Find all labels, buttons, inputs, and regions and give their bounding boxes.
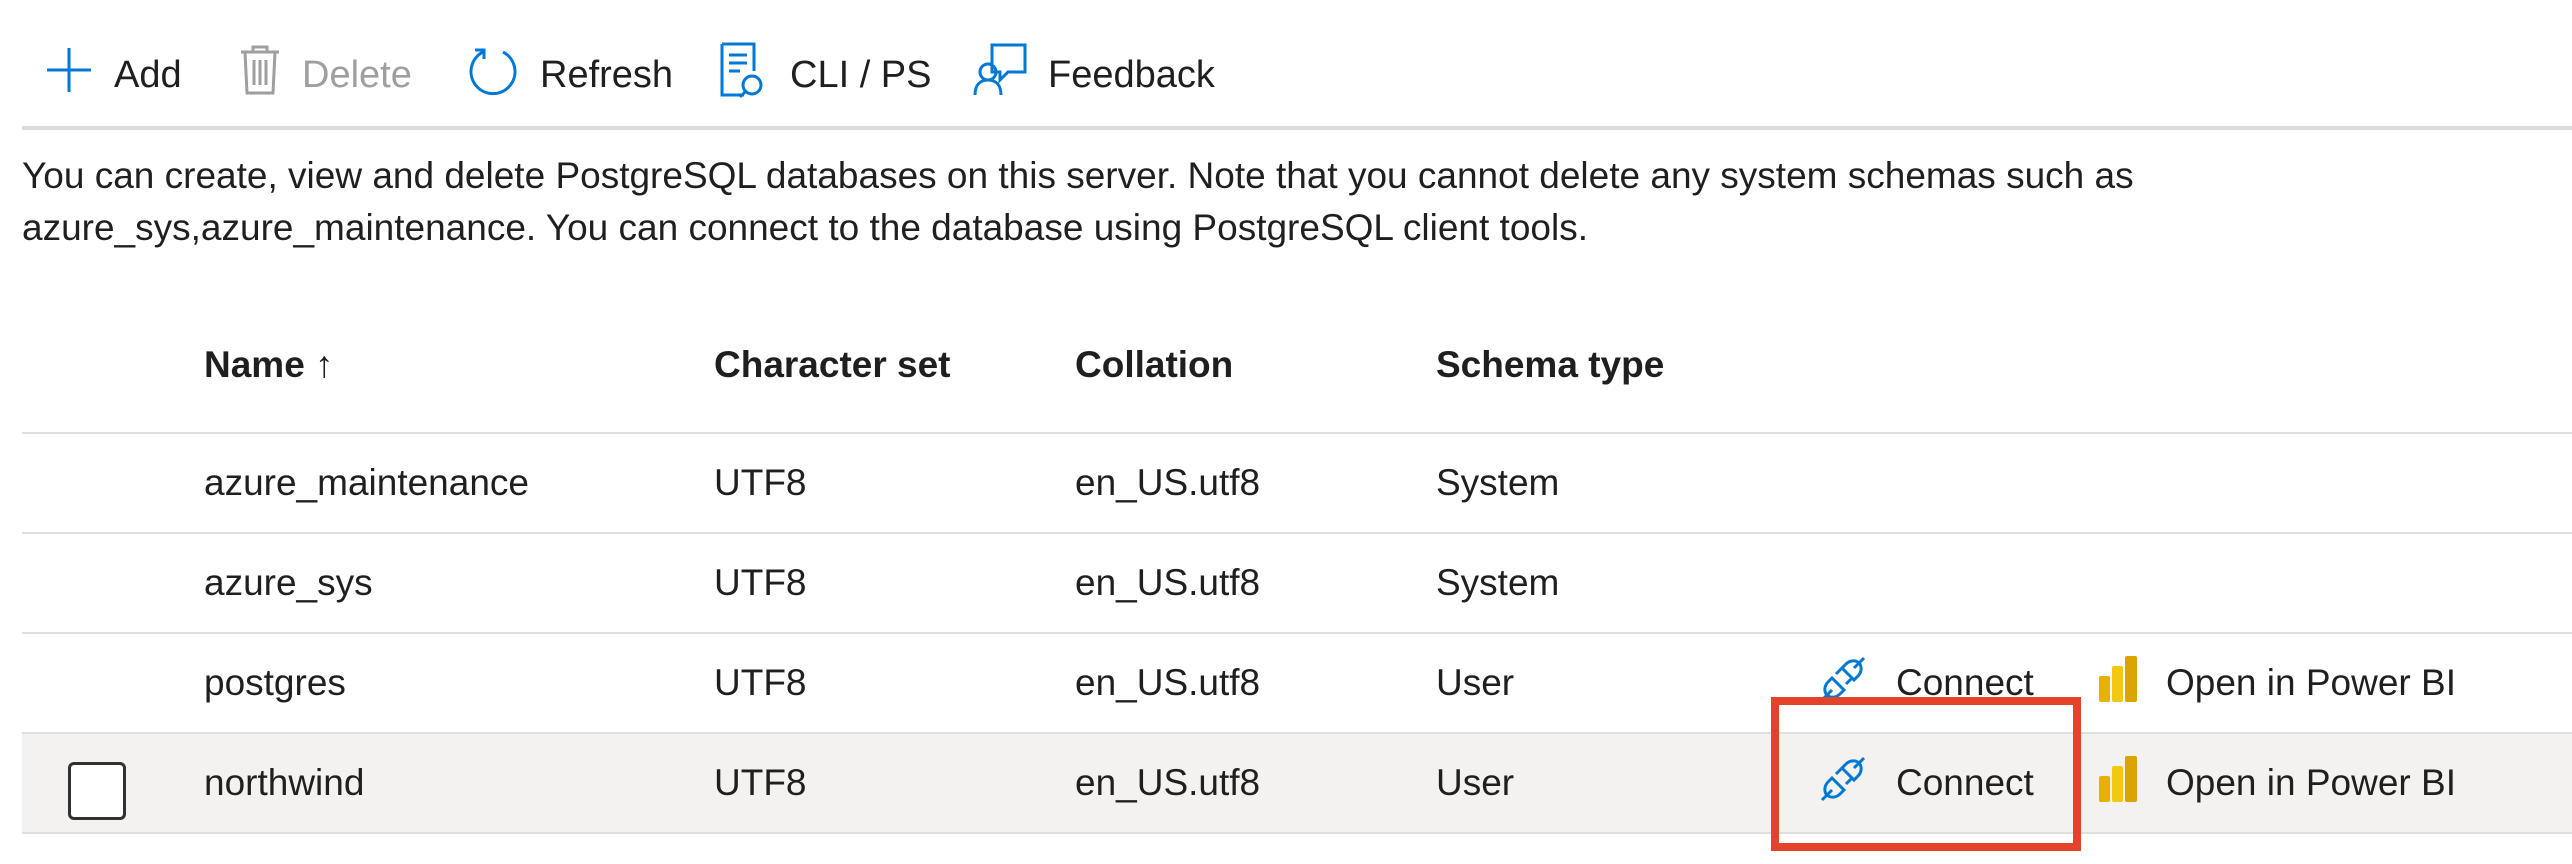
powerbi-icon bbox=[2098, 654, 2138, 713]
toolbar-divider bbox=[22, 126, 2572, 130]
page-description: You can create, view and delete PostgreS… bbox=[22, 155, 2134, 248]
add-icon bbox=[44, 45, 94, 105]
row-checkbox[interactable] bbox=[68, 762, 126, 820]
add-label: Add bbox=[114, 53, 182, 96]
table-row[interactable]: northwind UTF8 en_US.utf8 User Connect O… bbox=[22, 732, 2572, 834]
refresh-icon bbox=[466, 43, 520, 107]
cli-icon bbox=[714, 41, 770, 109]
table-row[interactable]: postgres UTF8 en_US.utf8 User Connect Op… bbox=[22, 632, 2572, 732]
database-name: postgres bbox=[204, 662, 346, 703]
table-row[interactable]: azure_maintenance UTF8 en_US.utf8 System bbox=[22, 432, 2572, 532]
add-button[interactable]: Add bbox=[44, 40, 182, 110]
delete-button[interactable]: Delete bbox=[238, 40, 412, 110]
schema-type: System bbox=[1436, 562, 1560, 603]
column-header-name[interactable]: Name ↑ bbox=[204, 335, 334, 395]
collation: en_US.utf8 bbox=[1075, 462, 1261, 503]
feedback-button[interactable]: Feedback bbox=[972, 40, 1215, 110]
column-header-schema-type[interactable]: Schema type bbox=[1436, 335, 1664, 395]
feedback-label: Feedback bbox=[1048, 53, 1215, 96]
database-name: azure_maintenance bbox=[204, 462, 529, 503]
refresh-button[interactable]: Refresh bbox=[466, 40, 673, 110]
open-in-power-bi-label: Open in Power BI bbox=[2166, 662, 2456, 703]
schema-type: User bbox=[1436, 762, 1515, 803]
column-header-collation[interactable]: Collation bbox=[1075, 335, 1233, 395]
cli-ps-button[interactable]: CLI / PS bbox=[714, 40, 932, 110]
feedback-icon bbox=[972, 42, 1028, 108]
delete-icon bbox=[238, 43, 282, 107]
powerbi-icon bbox=[2098, 754, 2138, 813]
character-set: UTF8 bbox=[714, 762, 807, 803]
open-in-power-bi-button[interactable]: Open in Power BI bbox=[2098, 734, 2456, 832]
character-set: UTF8 bbox=[714, 462, 807, 503]
schema-type: System bbox=[1436, 462, 1560, 503]
open-in-power-bi-button[interactable]: Open in Power BI bbox=[2098, 634, 2456, 732]
open-in-power-bi-label: Open in Power BI bbox=[2166, 762, 2456, 803]
cli-ps-label: CLI / PS bbox=[790, 53, 932, 96]
collation: en_US.utf8 bbox=[1075, 662, 1261, 703]
character-set: UTF8 bbox=[714, 562, 807, 603]
refresh-label: Refresh bbox=[540, 53, 674, 96]
character-set: UTF8 bbox=[714, 662, 807, 703]
schema-type: User bbox=[1436, 662, 1515, 703]
table-row[interactable]: azure_sys UTF8 en_US.utf8 System bbox=[22, 532, 2572, 632]
collation: en_US.utf8 bbox=[1075, 762, 1261, 803]
database-name: azure_sys bbox=[204, 562, 373, 603]
highlight-box bbox=[1771, 697, 2081, 851]
delete-label: Delete bbox=[302, 53, 412, 96]
collation: en_US.utf8 bbox=[1075, 562, 1261, 603]
database-name: northwind bbox=[204, 762, 365, 803]
column-header-character-set[interactable]: Character set bbox=[714, 335, 951, 395]
